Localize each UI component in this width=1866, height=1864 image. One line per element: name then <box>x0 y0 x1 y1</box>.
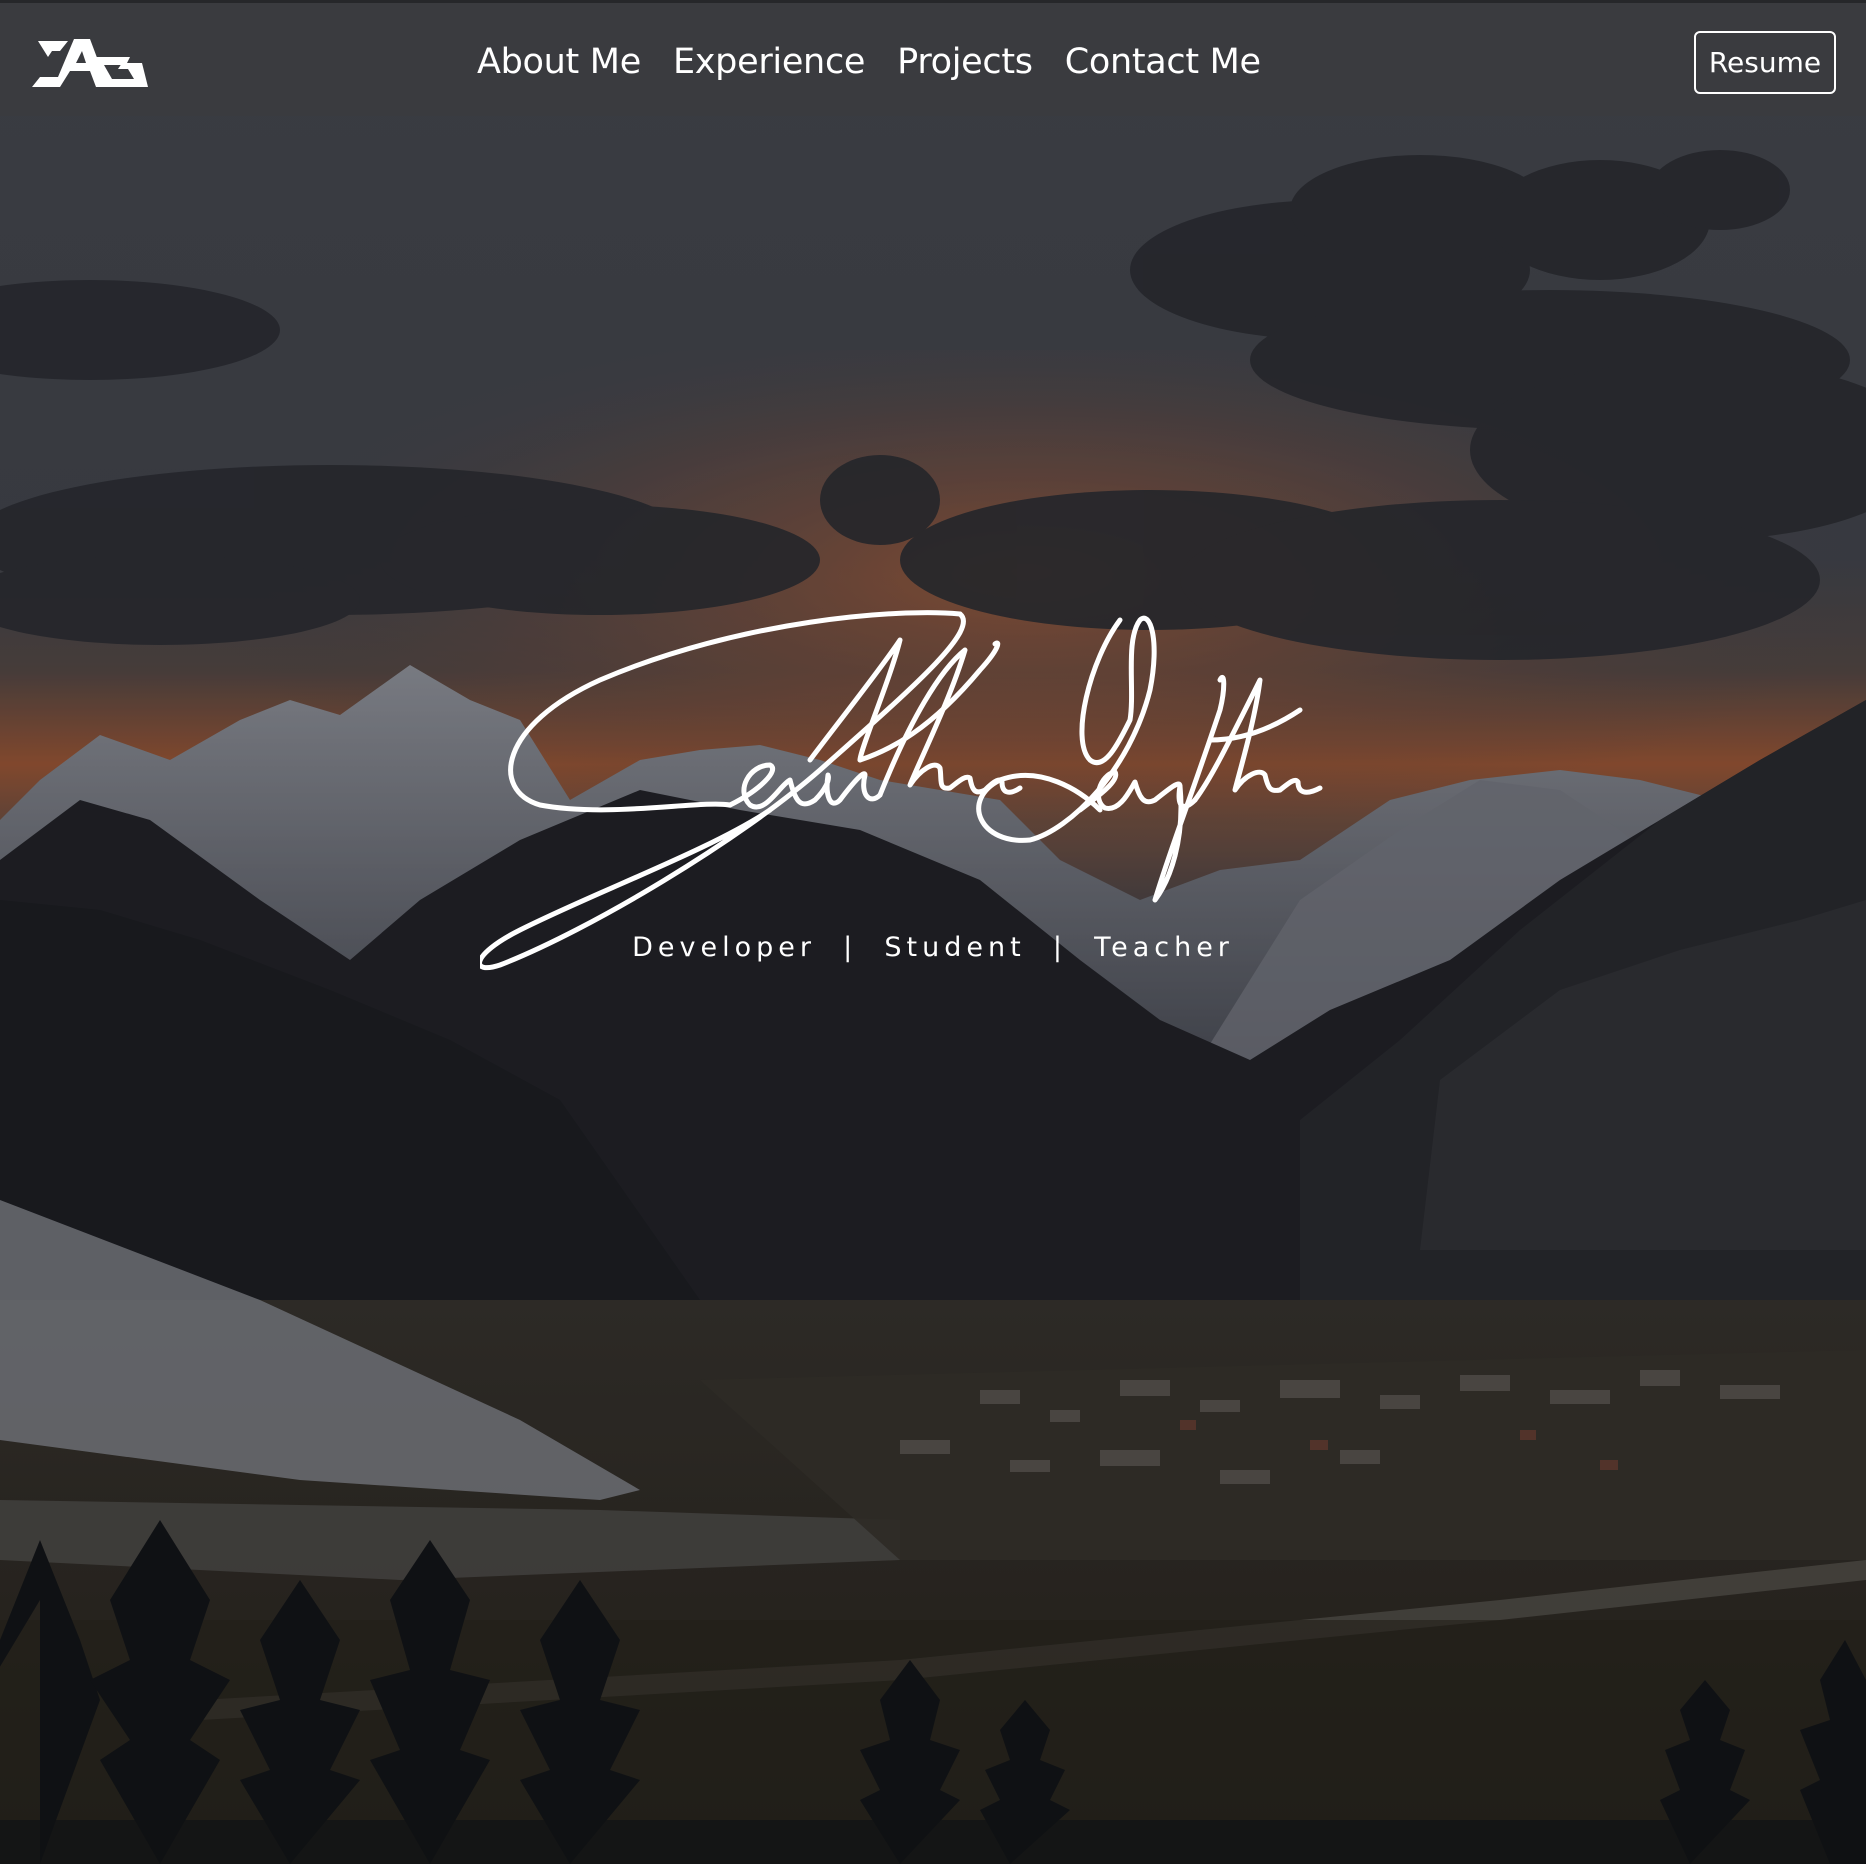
tagline-separator: | <box>1052 932 1067 963</box>
nav-link-projects[interactable]: Projects <box>897 42 1033 82</box>
nav-link-about-me[interactable]: About Me <box>477 42 641 82</box>
signature <box>477 600 1380 980</box>
tagline-teacher: Teacher <box>1094 932 1234 963</box>
handwritten-signature-icon <box>477 610 1323 971</box>
tagline-student: Student <box>884 932 1026 963</box>
page: About Me Experience Projects Contact Me … <box>0 0 1866 1864</box>
nav-link-experience[interactable]: Experience <box>673 42 865 82</box>
tagline-developer: Developer <box>632 932 816 963</box>
navbar: About Me Experience Projects Contact Me … <box>0 0 1866 116</box>
tagline-separator: | <box>843 932 858 963</box>
nav-link-contact-me[interactable]: Contact Me <box>1065 42 1261 82</box>
nav-links: About Me Experience Projects Contact Me <box>477 37 1293 87</box>
ag-monogram-icon <box>32 39 148 87</box>
hero-tagline: Developer | Student | Teacher <box>0 932 1866 963</box>
resume-button[interactable]: Resume <box>1694 31 1836 94</box>
brand-logo[interactable] <box>30 37 148 93</box>
